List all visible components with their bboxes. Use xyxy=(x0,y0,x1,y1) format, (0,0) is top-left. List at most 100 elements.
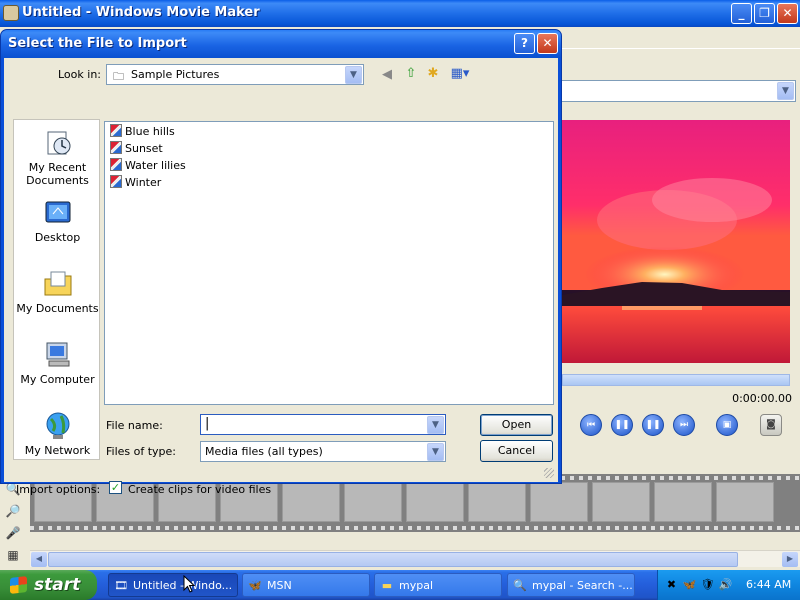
chevron-down-icon[interactable]: ▼ xyxy=(427,443,444,461)
recent-documents-icon xyxy=(47,131,70,155)
movie-maker-icon xyxy=(3,5,19,21)
files-of-type-label: Files of type: xyxy=(106,445,177,458)
play-button[interactable]: ❚❚ xyxy=(642,414,664,436)
fullscreen-button[interactable]: ▣ xyxy=(716,414,738,436)
file-item-label: Water lilies xyxy=(125,159,186,172)
task-label: mypal xyxy=(399,579,434,592)
main-window-titlebar[interactable]: Untitled - Windows Movie Maker _ ❐ ✕ xyxy=(0,0,800,27)
resize-grip[interactable] xyxy=(544,468,554,478)
storyboard-cell[interactable] xyxy=(282,482,340,522)
mouse-cursor-icon xyxy=(183,575,195,593)
file-item[interactable]: Sunset xyxy=(110,141,163,157)
image-file-icon xyxy=(110,124,122,137)
previous-frame-button[interactable]: ⏮ xyxy=(580,414,602,436)
look-in-dropdown[interactable]: 🗀 Sample Pictures ▼ xyxy=(106,64,364,85)
storyboard-cell[interactable] xyxy=(468,482,526,522)
create-clips-checkbox[interactable]: ✓ xyxy=(109,481,122,494)
task-search[interactable]: 🔍 mypal - Search -... xyxy=(507,573,635,597)
pause-button[interactable]: ❚❚ xyxy=(611,414,633,436)
place-my-computer[interactable]: My Computer xyxy=(14,340,99,386)
dialog-titlebar[interactable]: Select the File to Import ? ✕ xyxy=(1,30,561,58)
storyboard-cell[interactable] xyxy=(716,482,774,522)
movie-maker-icon: 🎞 xyxy=(114,579,128,592)
taskbar: start 🎞 Untitled - Windo... 🦋 MSN ▬ mypal 🔍… xyxy=(0,570,800,600)
file-item[interactable]: Blue hills xyxy=(110,124,175,140)
place-recent-documents[interactable]: My Recent Documents xyxy=(14,128,99,187)
preview-monitor xyxy=(562,120,790,363)
places-bar: My Recent Documents Desktop My Documents… xyxy=(13,119,100,460)
place-label: My Recent Documents xyxy=(26,161,89,187)
storyboard-cell[interactable] xyxy=(592,482,650,522)
up-folder-icon[interactable]: ⇧ xyxy=(402,65,420,83)
timecode: 0:00:00.00 xyxy=(732,392,792,405)
msn-icon: 🦋 xyxy=(248,579,262,592)
collection-dropdown[interactable]: ▼ xyxy=(560,80,796,102)
file-item-label: Sunset xyxy=(125,142,163,155)
task-msn[interactable]: 🦋 MSN xyxy=(242,573,370,597)
my-computer-icon xyxy=(46,342,69,367)
horizontal-scrollbar[interactable]: ◀ ▶ xyxy=(30,550,800,567)
film-perforation xyxy=(30,526,800,530)
storyboard-cell[interactable] xyxy=(406,482,464,522)
open-button[interactable]: Open xyxy=(480,414,553,436)
storyboard-cell[interactable] xyxy=(654,482,712,522)
cancel-button[interactable]: Cancel xyxy=(480,440,553,462)
scroll-left-icon[interactable]: ◀ xyxy=(31,552,47,567)
minimize-button[interactable]: _ xyxy=(731,3,752,24)
menu-bar xyxy=(560,27,800,49)
scrollbar-thumb[interactable] xyxy=(48,552,738,567)
task-mypal[interactable]: ▬ mypal xyxy=(374,573,502,597)
place-label: My Computer xyxy=(20,373,95,386)
look-in-value: Sample Pictures xyxy=(131,68,220,81)
zoom-out-icon[interactable]: 🔎 xyxy=(4,504,22,520)
file-name-label: File name: xyxy=(106,419,163,432)
take-picture-button[interactable]: ◙ xyxy=(760,414,782,436)
dialog-close-button[interactable]: ✕ xyxy=(537,33,558,54)
files-of-type-dropdown[interactable]: Media files (all types) ▼ xyxy=(200,441,446,462)
file-item[interactable]: Winter xyxy=(110,175,161,191)
close-button[interactable]: ✕ xyxy=(777,3,798,24)
seek-bar[interactable] xyxy=(562,374,790,386)
place-my-documents[interactable]: My Documents xyxy=(14,269,99,315)
storyboard-toggle-icon[interactable]: ▦ xyxy=(4,548,22,564)
msn-icon[interactable]: 🦋 xyxy=(682,577,697,592)
chevron-down-icon[interactable]: ▼ xyxy=(427,416,444,434)
narrate-icon[interactable]: 🎤 xyxy=(4,526,22,542)
place-label: Desktop xyxy=(34,231,81,244)
clock: 6:44 AM xyxy=(746,578,792,591)
security-icon[interactable]: 🛡 xyxy=(700,577,715,592)
import-options-label: Import options: xyxy=(16,483,101,496)
file-item-label: Blue hills xyxy=(125,125,175,138)
maximize-button[interactable]: ❐ xyxy=(754,3,775,24)
file-list[interactable]: Blue hills Sunset Water lilies Winter xyxy=(104,121,554,405)
view-menu-icon[interactable]: ▦▾ xyxy=(448,65,472,83)
task-label: MSN xyxy=(267,579,292,592)
chevron-down-icon[interactable]: ▼ xyxy=(777,82,794,100)
search-icon: 🔍 xyxy=(513,579,527,592)
windows-logo-icon xyxy=(10,576,27,594)
back-icon[interactable]: ◀ xyxy=(378,66,396,84)
place-my-network[interactable]: My Network xyxy=(14,411,99,457)
folder-icon: ▬ xyxy=(381,579,393,592)
preview-image xyxy=(562,120,790,363)
next-frame-button[interactable]: ⏭ xyxy=(673,414,695,436)
image-file-icon xyxy=(110,175,122,188)
network-icon[interactable]: ✖ xyxy=(664,577,679,592)
storyboard-cell[interactable] xyxy=(530,482,588,522)
chevron-down-icon[interactable]: ▼ xyxy=(345,66,362,84)
place-label: My Network xyxy=(24,444,91,457)
desktop-icon xyxy=(45,201,70,223)
volume-icon[interactable]: 🔊 xyxy=(718,577,733,592)
storyboard-cell[interactable] xyxy=(344,482,402,522)
file-item[interactable]: Water lilies xyxy=(110,158,186,174)
scroll-right-icon[interactable]: ▶ xyxy=(782,552,798,567)
main-window-title: Untitled - Windows Movie Maker xyxy=(22,5,260,20)
file-name-field[interactable]: | ▼ xyxy=(200,414,446,435)
task-label: mypal - Search -... xyxy=(532,579,633,592)
task-movie-maker[interactable]: 🎞 Untitled - Windo... xyxy=(108,573,238,597)
place-desktop[interactable]: Desktop xyxy=(14,198,99,244)
new-folder-icon[interactable]: ✱ xyxy=(424,65,442,83)
help-button[interactable]: ? xyxy=(514,33,535,54)
dialog-body: Look in: 🗀 Sample Pictures ▼ ◀ ⇧ ✱ ▦▾ My… xyxy=(4,58,558,496)
place-label: My Documents xyxy=(16,302,99,315)
